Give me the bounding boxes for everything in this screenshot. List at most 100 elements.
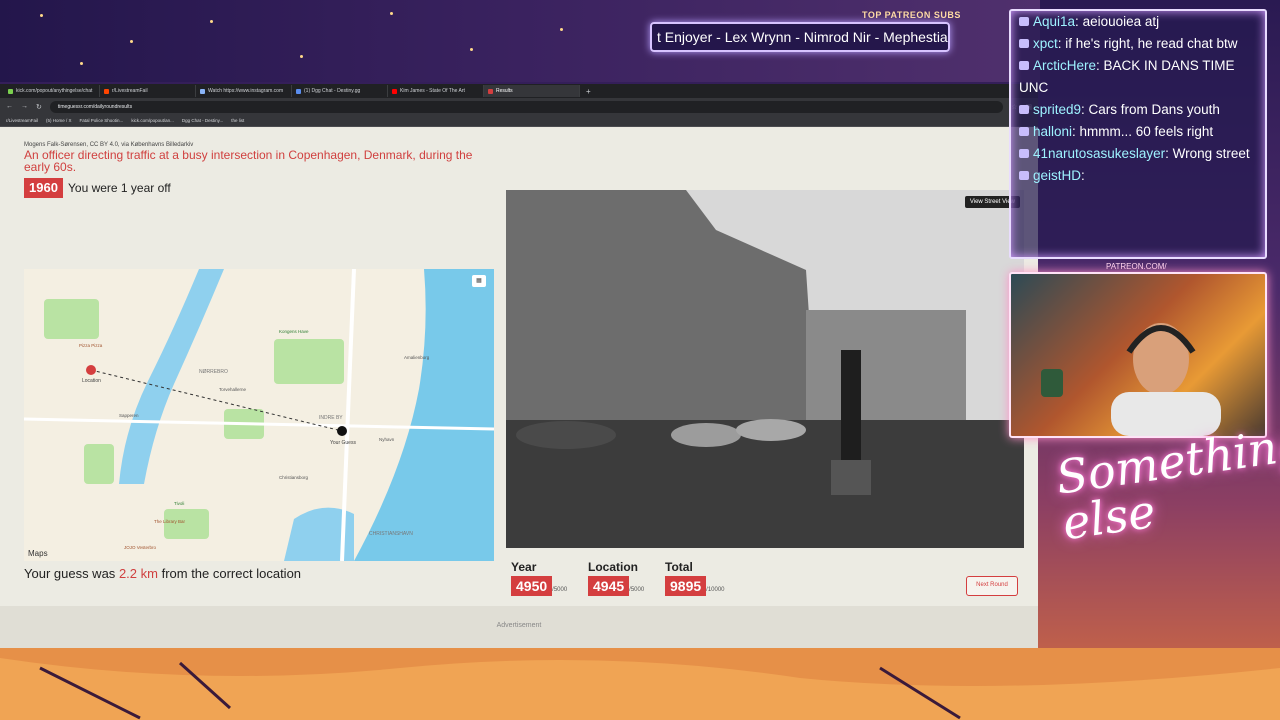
map-label: Location — [82, 378, 101, 384]
map-label: Pizza Pizza — [79, 343, 103, 348]
chat-message: halloni: hmmm... 60 feels right — [1011, 121, 1265, 143]
map-label: Sapperen — [119, 413, 139, 418]
chat-username: geistHD — [1033, 168, 1082, 183]
chat-message: geistHD: — [1011, 165, 1265, 187]
tab-bar: kick.com/popout/anythingelse/chat r/Live… — [0, 84, 1038, 98]
chat-text: Cars from Dans youth — [1088, 102, 1220, 117]
chat-message: 41narutosasukeslayer: Wrong street — [1011, 143, 1265, 165]
chat-badge-icon — [1019, 17, 1029, 26]
map-label: NØRREBRO — [199, 369, 228, 375]
map-label: JOJO Vesterbro — [124, 545, 157, 550]
map-label: Tivoli — [174, 501, 184, 506]
ground-art — [0, 658, 1280, 720]
score-max: /5000 — [552, 587, 568, 593]
chat-badge-icon — [1019, 149, 1029, 158]
chat-badge-icon — [1019, 61, 1029, 70]
next-round-button[interactable]: Next Round — [966, 576, 1018, 596]
reload-icon[interactable]: ↻ — [36, 103, 42, 111]
browser-tab[interactable]: Watch https://www.instagram.com — [196, 85, 292, 97]
browser-tab[interactable]: (1) Dgg Chat - Destiny.gg — [292, 85, 388, 97]
chat-badge-icon — [1019, 171, 1029, 180]
map-label: CHRISTIANSHAVN — [369, 531, 413, 537]
location-score: Location 4945/5000 — [588, 560, 644, 596]
bookmark-item[interactable]: the list — [231, 118, 244, 123]
map-label: Christiansborg — [279, 475, 309, 480]
tab-favicon-icon — [200, 88, 205, 94]
chat-username: ArcticHere — [1033, 58, 1097, 73]
map-label: Nyhavn — [379, 437, 395, 442]
marquee-text: t Enjoyer - Lex Wrynn - Nimrod Nir - Mep… — [657, 29, 948, 45]
map-label: INDRE BY — [319, 415, 343, 421]
score-value: 4945 — [588, 576, 630, 596]
advertisement-bar: Advertisement — [0, 606, 1038, 648]
chat-badge-icon — [1019, 39, 1029, 48]
building-block — [806, 310, 966, 420]
advertisement-label: Advertisement — [496, 622, 542, 629]
bookmark-item[interactable]: r/LivestreamFail — [6, 118, 38, 123]
bookmark-item[interactable]: (5) Home / X — [46, 118, 72, 123]
neon-logo: Something else — [1052, 416, 1280, 551]
star — [560, 28, 563, 31]
chat-message: Aqui1a: aeiouoiea atj — [1011, 11, 1265, 33]
browser-tab[interactable]: kick.com/popout/anythingelse/chat — [4, 85, 100, 97]
browser-tab[interactable]: Kim James - State Of The Art — [388, 85, 484, 97]
star — [40, 14, 43, 17]
guess-distance-value: 2.2 km — [118, 566, 158, 581]
streamer-webcam — [1009, 272, 1267, 438]
cyclists-shape — [516, 421, 616, 449]
star — [210, 20, 213, 23]
plant-shape — [1041, 369, 1063, 397]
bookmark-item[interactable]: Dgg Chat - Destiny... — [182, 118, 223, 123]
chat-message: xpct: if he's right, he read chat btw — [1011, 33, 1265, 55]
guess-pin-icon — [337, 426, 347, 436]
map-label: Kongens Have — [279, 329, 309, 334]
new-tab-icon[interactable]: + — [580, 87, 591, 96]
chat-username: xpct — [1033, 36, 1058, 51]
tab-favicon-icon — [104, 88, 109, 94]
star — [390, 12, 393, 15]
chat-text: hmmm... 60 feels right — [1079, 124, 1214, 139]
car-shape — [736, 419, 806, 441]
bookmark-item[interactable]: kick.com/popout/an... — [131, 118, 174, 123]
park-area — [164, 509, 209, 539]
stream-chat: Aqui1a: aeiouoiea atj xpct: if he's righ… — [1009, 9, 1267, 259]
location-pin-icon — [86, 365, 96, 375]
bookmarks-bar: r/LivestreamFail (5) Home / X Fatal Poli… — [0, 115, 1038, 127]
url-field[interactable]: timeguessr.com/dailyroundresults — [49, 100, 1004, 113]
browser-window: kick.com/popout/anythingelse/chat r/Live… — [0, 84, 1038, 648]
total-score: Total 9895/10000 — [665, 560, 725, 596]
photo-scene — [506, 190, 1024, 548]
park-area — [44, 299, 99, 339]
map-label: The Library Bar — [154, 519, 186, 524]
sand-shape — [0, 658, 1280, 720]
car-shape — [671, 423, 741, 447]
map-label: Amalienborg — [404, 355, 430, 360]
map-label: Torvehallerne — [219, 387, 247, 392]
back-icon[interactable]: ← — [6, 103, 13, 110]
result-map[interactable]: Location Your Guess NØRREBRO INDRE BY CH… — [24, 269, 494, 561]
chat-badge-icon — [1019, 127, 1029, 136]
round-photo: View Street View — [506, 190, 1024, 548]
officer-figure — [841, 350, 861, 460]
score-label: Location — [588, 560, 638, 574]
browser-tab[interactable]: r/LivestreamFail — [100, 85, 196, 97]
map-canvas: Location Your Guess NØRREBRO INDRE BY CH… — [24, 269, 494, 561]
map-label: Your Guess — [330, 440, 356, 446]
map-mode-button[interactable]: ▦ — [472, 275, 486, 287]
chat-badge-icon — [1019, 105, 1029, 114]
score-value: 4950 — [511, 576, 553, 596]
address-bar-row: ← → ↻ timeguessr.com/dailyroundresults ☆… — [0, 98, 1038, 115]
chat-text: aeiouoiea atj — [1082, 14, 1160, 29]
chat-message: ArcticHere: BACK IN DANS TIME UNC — [1019, 58, 1235, 95]
tab-favicon-icon — [392, 88, 397, 94]
officer-podium — [831, 460, 871, 495]
forward-icon[interactable]: → — [21, 103, 28, 110]
guess-distance-text: Your guess was 2.2 km from the correct l… — [24, 566, 302, 581]
browser-tab-active[interactable]: Results — [484, 85, 580, 97]
chat-username: Aqui1a — [1033, 14, 1076, 29]
chat-text: Wrong street — [1172, 146, 1250, 161]
score-max: /10000 — [706, 587, 725, 593]
correct-year-badge: 1960 — [24, 178, 63, 198]
tab-favicon-icon — [296, 88, 301, 94]
bookmark-item[interactable]: Fatal Police Shootin... — [80, 118, 124, 123]
